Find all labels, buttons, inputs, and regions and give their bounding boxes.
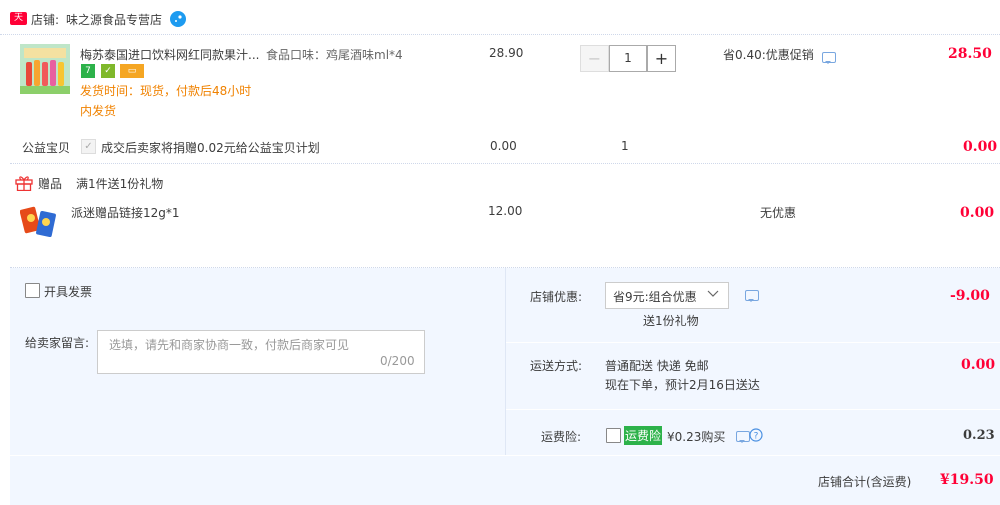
qty-plus-button[interactable]: + <box>647 45 676 72</box>
unit-price: 28.90 <box>489 46 524 60</box>
item-promo: 省0.40:优惠促销 <box>723 48 814 62</box>
tmall-badge: 天猫 <box>10 12 27 36</box>
product-sku: 食品口味：鸡尾酒味ml*4 <box>266 48 403 62</box>
footer-total-amount: ¥19.50 <box>940 472 994 488</box>
product-title-link[interactable]: 梅苏泰国进口饮料网红同款果汁... <box>80 46 265 63</box>
help-icon[interactable]: ? <box>749 428 763 442</box>
divider <box>0 34 1000 35</box>
chevron-down-icon[interactable] <box>706 288 720 300</box>
footer-total-label: 店铺合计(含运费) <box>818 475 912 489</box>
qty-minus-button[interactable]: − <box>580 45 609 72</box>
charity-label: 公益宝贝 <box>22 141 71 155</box>
product-thumbnail[interactable] <box>20 44 70 94</box>
message-placeholder: 选填，请先和商家协商一致，付款后商家可见 <box>109 338 350 352</box>
shipping-amount: 0.00 <box>961 357 996 373</box>
divider <box>10 163 1000 164</box>
gift-name-link[interactable]: 派迷赠品链接12g*1 <box>71 204 180 221</box>
discount-chat-icon[interactable] <box>745 290 759 302</box>
gift-icon <box>15 175 33 192</box>
insurance-checkbox[interactable] <box>606 428 621 443</box>
message-counter: 0/200 <box>380 354 415 368</box>
shipping-label: 运送方式: <box>530 359 583 373</box>
credit-card-icon: ▭ <box>120 64 144 78</box>
gift-thumbnail[interactable] <box>19 204 60 240</box>
delivery-time-cont: 内发货 <box>80 104 117 118</box>
item-total: 28.50 <box>948 46 992 62</box>
shop-name-link[interactable]: 味之源食品专营店 <box>66 11 162 28</box>
insurance-tag: 运费险 <box>624 426 663 445</box>
shipping-method: 普通配送 快递 免邮 <box>605 359 709 373</box>
promo-chat-icon[interactable] <box>822 52 836 64</box>
seven-day-return-icon: 7 <box>81 64 95 78</box>
shop-label: 店铺: <box>31 13 60 27</box>
guarantee-icon: ✓ <box>101 64 115 78</box>
invoice-checkbox[interactable] <box>25 283 40 298</box>
panel-divider <box>506 342 1000 343</box>
gift-label: 赠品 <box>38 177 63 191</box>
shipping-eta: 现在下单，预计2月16日送达 <box>605 378 760 392</box>
charity-qty: 1 <box>621 139 629 153</box>
message-label: 给卖家留言: <box>25 336 90 350</box>
qty-input[interactable]: 1 <box>609 45 647 72</box>
insurance-label: 运费险: <box>541 430 582 444</box>
wangwang-chat-icon[interactable] <box>170 11 186 27</box>
charity-total: 0.00 <box>963 139 998 155</box>
invoice-label: 开具发票 <box>44 285 93 299</box>
svg-text:?: ? <box>754 432 759 442</box>
discount-sub: 送1份礼物 <box>643 314 699 328</box>
charity-text: 成交后卖家将捐赠0.02元给公益宝贝计划 <box>101 141 320 155</box>
discount-amount: -9.00 <box>950 288 990 304</box>
gift-promo: 无优惠 <box>760 206 797 220</box>
gift-price: 12.00 <box>488 204 523 218</box>
discount-selected: 省9元:组合优惠 <box>613 290 697 304</box>
panel-divider <box>10 455 1000 456</box>
panel-divider <box>505 268 506 455</box>
delivery-time: 发货时间：现货，付款后48小时 <box>80 84 252 98</box>
gift-rule: 满1件送1份礼物 <box>76 177 164 191</box>
charity-price: 0.00 <box>490 139 517 153</box>
insurance-text: ¥0.23购买 <box>667 430 726 444</box>
insurance-chat-icon[interactable] <box>736 431 750 443</box>
insurance-amount: 0.23 <box>963 428 995 443</box>
charity-checkbox[interactable]: ✓ <box>81 139 96 154</box>
panel-divider <box>506 409 1000 410</box>
discount-label: 店铺优惠: <box>530 290 583 304</box>
gift-total: 0.00 <box>960 205 995 221</box>
